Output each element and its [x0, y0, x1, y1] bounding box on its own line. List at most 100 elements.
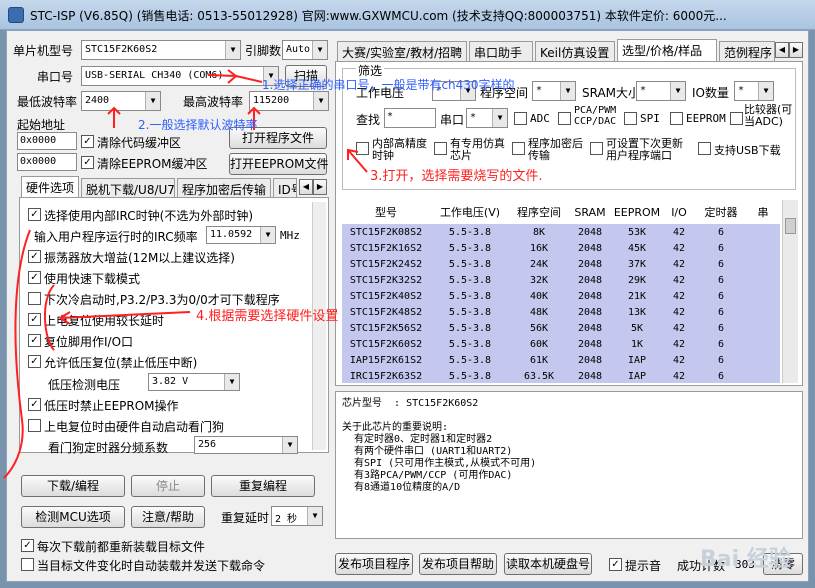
tab-offline-download[interactable]: 脱机下载/U8/U7	[81, 178, 175, 198]
table-cell: 6	[696, 320, 746, 336]
mcu-type-label: 单片机型号	[13, 44, 74, 58]
table-cell: 5.5-3.8	[430, 368, 510, 383]
filter-user-port-checkbox[interactable]	[590, 142, 603, 155]
filter-internal-rc-checkbox[interactable]	[356, 142, 369, 155]
chevron-down-icon: ▼	[670, 82, 685, 100]
column-header[interactable]: 串	[746, 200, 780, 224]
table-row[interactable]: STC15F2K16S2 5.5-3.8 16K 2048 45K 42 6	[342, 240, 780, 256]
notes-help-button[interactable]: 注意/帮助	[131, 506, 205, 528]
table-cell: 2048	[568, 288, 612, 304]
mcu-type-select[interactable]: STC15F2K60S2 ▼	[81, 40, 241, 60]
serial-port-label: 串口号	[37, 70, 74, 84]
tab-scroll-left[interactable]: ◀	[299, 179, 313, 195]
reload-each-checkbox[interactable]: ✓	[21, 539, 34, 552]
tab-contest-lab[interactable]: 大赛/实验室/教材/招聘	[337, 41, 467, 61]
table-cell: IAP	[612, 368, 662, 383]
internal-irc-checkbox[interactable]: ✓	[28, 208, 41, 221]
tab-serial-assistant[interactable]: 串口助手	[469, 41, 533, 61]
tab-encrypted-transfer[interactable]: 程序加密后传输	[177, 178, 271, 198]
table-scroll-thumb[interactable]	[785, 218, 796, 234]
watchdog-checkbox[interactable]	[28, 419, 41, 432]
low-voltage-reset-checkbox[interactable]: ✓	[28, 355, 41, 368]
column-header[interactable]: 工作电压(V)	[430, 200, 510, 224]
watchdog-prescaler-select[interactable]: 256 ▼	[194, 436, 298, 454]
download-program-button[interactable]: 下载/编程	[21, 475, 125, 497]
option-label: 上电复位使用较长延时	[44, 314, 165, 328]
filter-sram-select[interactable]: * ▼	[636, 81, 686, 101]
column-header[interactable]: EEPROM	[612, 200, 662, 224]
filter-io-label: IO数量	[692, 86, 729, 100]
table-row[interactable]: STC15F2K60S2 5.5-3.8 60K 2048 1K 42 6	[342, 336, 780, 352]
reset-pin-io-checkbox[interactable]: ✓	[28, 334, 41, 347]
column-header[interactable]: 程序空间	[510, 200, 568, 224]
options-scrollbar[interactable]	[312, 202, 326, 450]
min-baud-select[interactable]: 2400 ▼	[81, 91, 161, 111]
search-input[interactable]: *	[384, 108, 436, 128]
filter-pca-checkbox[interactable]	[558, 112, 571, 125]
tab-examples[interactable]: 范例程序	[719, 41, 775, 61]
column-header[interactable]: SRAM	[568, 200, 612, 224]
eeprom-low-voltage-checkbox[interactable]: ✓	[28, 398, 41, 411]
clear-code-checkbox[interactable]: ✓	[81, 135, 94, 148]
table-scrollbar[interactable]	[782, 200, 798, 383]
tab-scroll-right[interactable]: ▶	[789, 42, 803, 58]
title-bar: STC-ISP (V6.85Q) (销售电话: 0513-55012928) 官…	[0, 0, 815, 30]
publish-program-button[interactable]: 发布项目程序	[335, 553, 413, 575]
clear-eeprom-label: 清除EEPROM缓冲区	[97, 157, 208, 171]
read-disk-id-button[interactable]: 读取本机硬盘号	[504, 553, 592, 575]
table-row[interactable]: STC15F2K56S2 5.5-3.8 56K 2048 5K 42 6	[342, 320, 780, 336]
stop-button[interactable]: 停止	[131, 475, 205, 497]
repeat-program-button[interactable]: 重复编程	[211, 475, 315, 497]
table-row[interactable]: STC15F2K32S2 5.5-3.8 32K 2048 29K 42 6	[342, 272, 780, 288]
tab-hardware-options[interactable]: 硬件选项	[21, 176, 79, 198]
irc-frequency-select[interactable]: 11.0592 ▼	[206, 226, 276, 244]
code-start-address-input[interactable]: 0x0000	[17, 132, 77, 150]
cold-start-checkbox[interactable]	[28, 292, 41, 305]
auto-load-checkbox[interactable]	[21, 558, 34, 571]
oscillator-gain-checkbox[interactable]: ✓	[28, 250, 41, 263]
open-eeprom-file-button[interactable]: 打开EEPROM文件	[229, 153, 329, 175]
clear-eeprom-checkbox[interactable]: ✓	[81, 156, 94, 169]
filter-usb-checkbox[interactable]	[698, 142, 711, 155]
filter-flash-select[interactable]: * ▼	[532, 81, 576, 101]
publish-help-button[interactable]: 发布项目帮助	[419, 553, 497, 575]
tab-scroll-right[interactable]: ▶	[313, 179, 327, 195]
clear-count-button[interactable]: 清零	[763, 553, 803, 575]
repeat-delay-select[interactable]: 2 秒 ▼	[271, 506, 323, 526]
filter-encrypted-checkbox[interactable]	[512, 142, 525, 155]
table-row[interactable]: STC15F2K40S2 5.5-3.8 40K 2048 21K 42 6	[342, 288, 780, 304]
tab-id[interactable]: ID号	[273, 178, 297, 198]
long-reset-delay-checkbox[interactable]: ✓	[28, 313, 41, 326]
column-header[interactable]: I/O	[662, 200, 696, 224]
tab-selection-price[interactable]: 选型/价格/样品	[617, 39, 717, 61]
pin-count-select[interactable]: Auto ▼	[282, 40, 328, 60]
filter-encrypted-label: 程序加密后传输	[528, 137, 583, 162]
filter-sim-checkbox[interactable]	[434, 142, 447, 155]
beep-checkbox[interactable]: ✓	[609, 558, 622, 571]
tab-scroll-left[interactable]: ◀	[775, 42, 789, 58]
repeat-delay-label: 重复延时	[221, 511, 270, 525]
tab-keil-sim[interactable]: Keil仿真设置	[535, 41, 615, 61]
filter-eeprom-checkbox[interactable]	[670, 112, 683, 125]
table-row[interactable]: IAP15F2K61S2 5.5-3.8 61K 2048 IAP 42 6	[342, 352, 780, 368]
table-row[interactable]: STC15F2K48S2 5.5-3.8 48K 2048 13K 42 6	[342, 304, 780, 320]
filter-adc-checkbox[interactable]	[514, 112, 527, 125]
filter-uart-select[interactable]: * ▼	[466, 108, 508, 128]
filter-io-select[interactable]: * ▼	[734, 81, 774, 101]
eeprom-start-address-input[interactable]: 0x0000	[17, 153, 77, 171]
table-cell	[746, 224, 780, 240]
column-header[interactable]: 定时器	[696, 200, 746, 224]
column-header[interactable]: 型号	[342, 200, 430, 224]
serial-port-select[interactable]: USB-SERIAL CH340 (COM6) ▼	[81, 66, 279, 86]
low-voltage-select[interactable]: 3.82 V ▼	[148, 373, 240, 391]
filter-spi-checkbox[interactable]	[624, 112, 637, 125]
table-row[interactable]: IRC15F2K63S2 5.5-3.8 63.5K 2048 IAP 42 6	[342, 368, 780, 383]
max-baud-select[interactable]: 115200 ▼	[249, 91, 329, 111]
info-line: 芯片型号 : STC15F2K60S2	[342, 398, 479, 409]
table-row[interactable]: STC15F2K08S2 5.5-3.8 8K 2048 53K 42 6	[342, 224, 780, 240]
fast-download-checkbox[interactable]: ✓	[28, 271, 41, 284]
table-row[interactable]: STC15F2K24S2 5.5-3.8 24K 2048 37K 42 6	[342, 256, 780, 272]
check-mcu-options-button[interactable]: 检测MCU选项	[21, 506, 125, 528]
filter-comparator-checkbox[interactable]	[730, 112, 743, 125]
table-cell: 5.5-3.8	[430, 352, 510, 368]
